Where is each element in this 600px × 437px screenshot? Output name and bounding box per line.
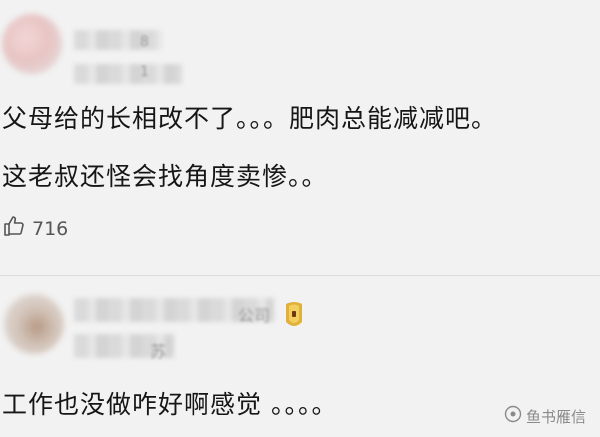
- username-tail: 公司: [238, 306, 271, 325]
- comment-text-line: 父母给的长相改不了。。。肥肉总能减减吧。: [2, 104, 498, 133]
- comment-text-line: 这老叔还怪会找角度卖惨。。: [2, 162, 328, 191]
- comment-text-line: 工作也没做咋好啊感觉 。。。。: [2, 390, 338, 419]
- like-button[interactable]: 716: [2, 214, 68, 243]
- username-tail: 8: [140, 34, 149, 50]
- avatar[interactable]: [4, 294, 64, 354]
- watermark-text: 鱼书雁信: [525, 407, 586, 426]
- weibo-logo-icon: [504, 405, 522, 427]
- fan-badge-icon: [282, 300, 306, 330]
- comment-meta-tail: 1: [140, 64, 149, 80]
- comment-meta-blurred: [74, 64, 182, 84]
- like-count: 716: [32, 217, 69, 240]
- watermark: 鱼书雁信: [504, 405, 586, 427]
- comment-meta-tail: 苏: [150, 342, 167, 361]
- comment-1: 8 1 父母给的长相改不了。。。肥肉总能减减吧。 这老叔还怪会找角度卖惨。。 7…: [0, 0, 600, 276]
- avatar[interactable]: [2, 14, 62, 74]
- thumbs-up-icon: [2, 214, 26, 243]
